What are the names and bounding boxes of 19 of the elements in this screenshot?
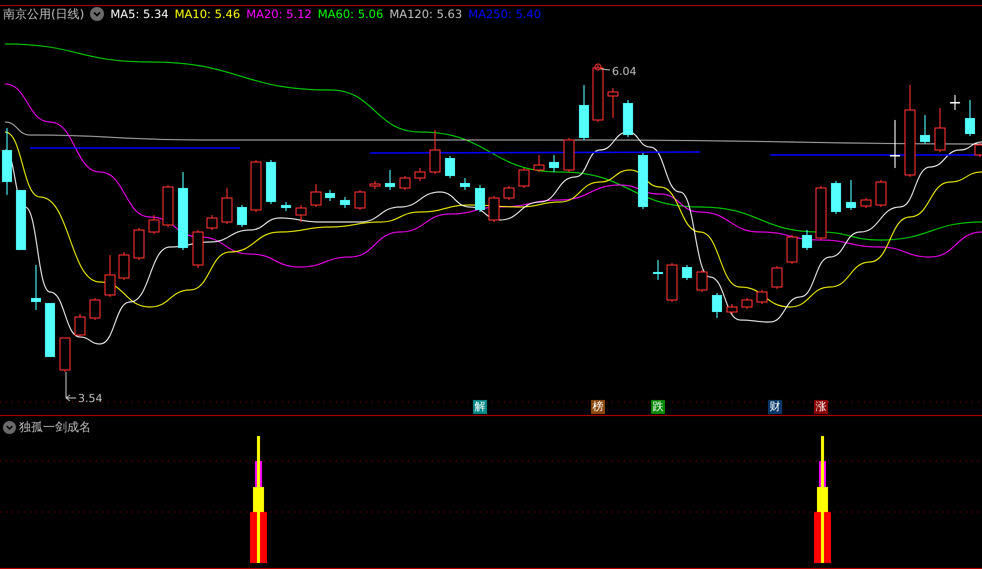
stock-title: 南京公用(日线)	[3, 6, 84, 22]
moving-average-value: MA250: 5.40	[468, 7, 542, 21]
dropdown-icon[interactable]	[3, 421, 16, 434]
high-price-label: 6.04	[612, 65, 636, 78]
moving-average-value: MA5: 5.34	[110, 7, 169, 21]
leader-line	[594, 64, 610, 70]
event-marker[interactable]: 解	[473, 400, 487, 414]
event-marker[interactable]: 财	[768, 400, 782, 414]
event-marker[interactable]: 跌	[651, 400, 665, 414]
low-price-label: 3.54	[78, 392, 102, 405]
dropdown-icon[interactable]	[90, 7, 104, 21]
event-marker[interactable]: 涨	[814, 400, 828, 414]
event-marker[interactable]: 榜	[591, 400, 605, 414]
moving-average-value: MA120: 5.63	[389, 7, 462, 21]
moving-average-value: MA10: 5.46	[174, 7, 240, 21]
indicator-title: 独孤一剑成名	[19, 419, 91, 436]
moving-average-value: MA20: 5.12	[246, 7, 312, 21]
moving-average-value: MA60: 5.06	[318, 7, 384, 21]
leader-line	[66, 372, 76, 402]
